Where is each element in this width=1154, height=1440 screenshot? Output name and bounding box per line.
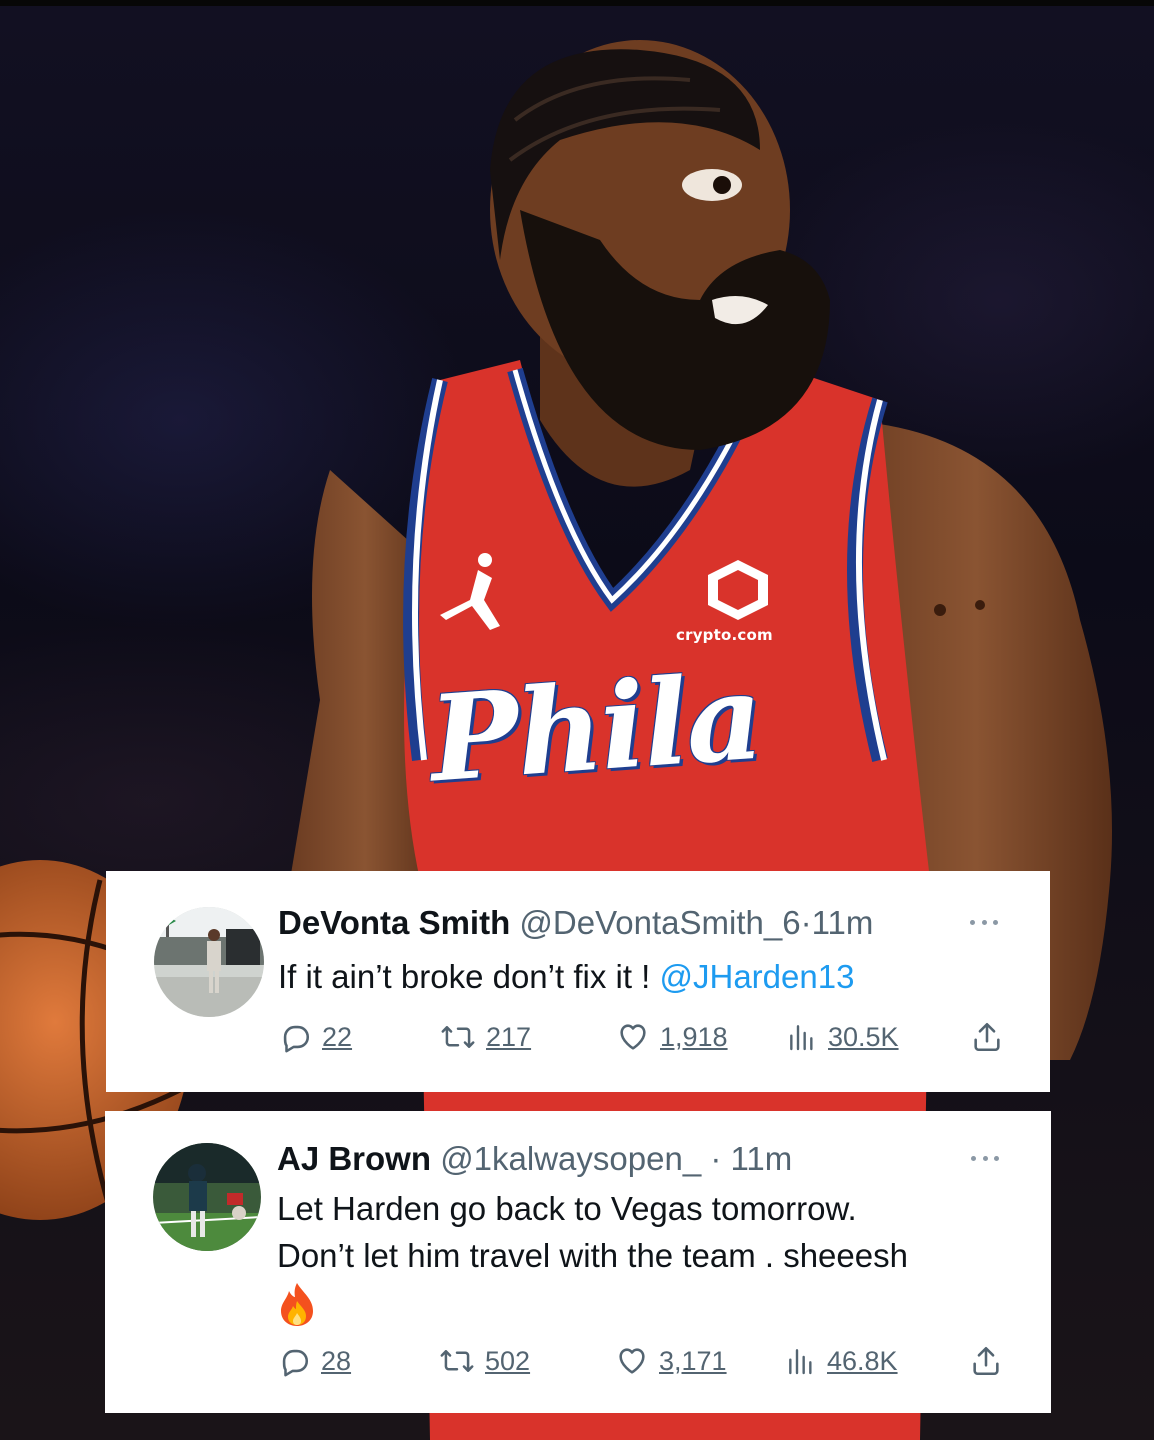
share-icon [973,1346,999,1376]
reply-count: 28 [321,1346,352,1376]
timestamp[interactable]: 11m [812,904,874,941]
tweet-card[interactable]: AJ Brown @1kalwaysopen_ · 11m Let Harden… [105,1111,1051,1413]
reply-button[interactable]: 22 [278,1017,352,1057]
tweet-text-line: Let Harden go back to Vegas tomorrow. [277,1190,857,1227]
reply-icon [282,1349,309,1377]
tweet-text-line: If it ain’t broke don’t fix it ! [278,958,660,995]
display-name[interactable]: AJ Brown [277,1140,431,1177]
share-icon [974,1022,1000,1052]
display-name[interactable]: DeVonta Smith [278,904,510,941]
views-button[interactable]: 30.5K [786,1017,899,1057]
tweet-header: DeVonta Smith @DeVontaSmith_6·11m [278,903,873,943]
like-button[interactable]: 1,918 [616,1017,728,1057]
reply-button[interactable]: 28 [277,1341,351,1381]
fire-emoji [281,1283,313,1326]
avatar[interactable] [154,907,264,1017]
jersey-sponsor-text: crypto.com [676,626,773,644]
views-icon [789,1349,812,1375]
tweet-text: Let Harden go back to Vegas tomorrow. Do… [277,1185,1007,1327]
views-count: 46.8K [827,1346,898,1376]
repost-count: 502 [485,1346,531,1376]
repost-icon [441,1026,475,1048]
views-button[interactable]: 46.8K [785,1341,898,1381]
timestamp[interactable]: 11m [731,1140,793,1177]
repost-count: 217 [486,1022,532,1052]
repost-button[interactable]: 502 [439,1341,530,1381]
like-count: 3,171 [659,1346,727,1376]
reply-icon [283,1025,310,1053]
more-icon[interactable] [964,907,1004,937]
like-button[interactable]: 3,171 [615,1341,727,1381]
reply-count: 22 [322,1022,353,1052]
share-button[interactable] [969,1341,1003,1381]
action-bar: 28 502 3,171 46.8K [277,1341,1007,1381]
share-button[interactable] [970,1017,1004,1057]
jersey-wordmark: Phila [425,646,766,809]
like-icon [620,1024,646,1050]
tweet-text-line: Don’t let him travel with the team . she… [277,1237,908,1274]
tweet-card[interactable]: DeVonta Smith @DeVontaSmith_6·11m If it … [106,871,1050,1092]
handle[interactable]: @1kalwaysopen_ [440,1140,701,1177]
like-count: 1,918 [660,1022,728,1052]
repost-icon [440,1350,474,1372]
separator-dot: · [800,904,812,941]
tweet-header: AJ Brown @1kalwaysopen_ · 11m [277,1139,792,1179]
like-icon [619,1348,645,1374]
views-icon [790,1025,813,1051]
views-count: 30.5K [828,1022,899,1052]
separator-dot: · [710,1140,722,1177]
action-bar: 22 217 1,918 30.5K [278,1017,1008,1057]
mention-link[interactable]: @JHarden13 [660,958,855,995]
handle[interactable]: @DeVontaSmith_6 [519,904,800,941]
avatar[interactable] [153,1143,261,1251]
tweet-text: If it ain’t broke don’t fix it ! @JHarde… [278,953,1008,1000]
repost-button[interactable]: 217 [440,1017,531,1057]
more-icon[interactable] [965,1143,1005,1173]
